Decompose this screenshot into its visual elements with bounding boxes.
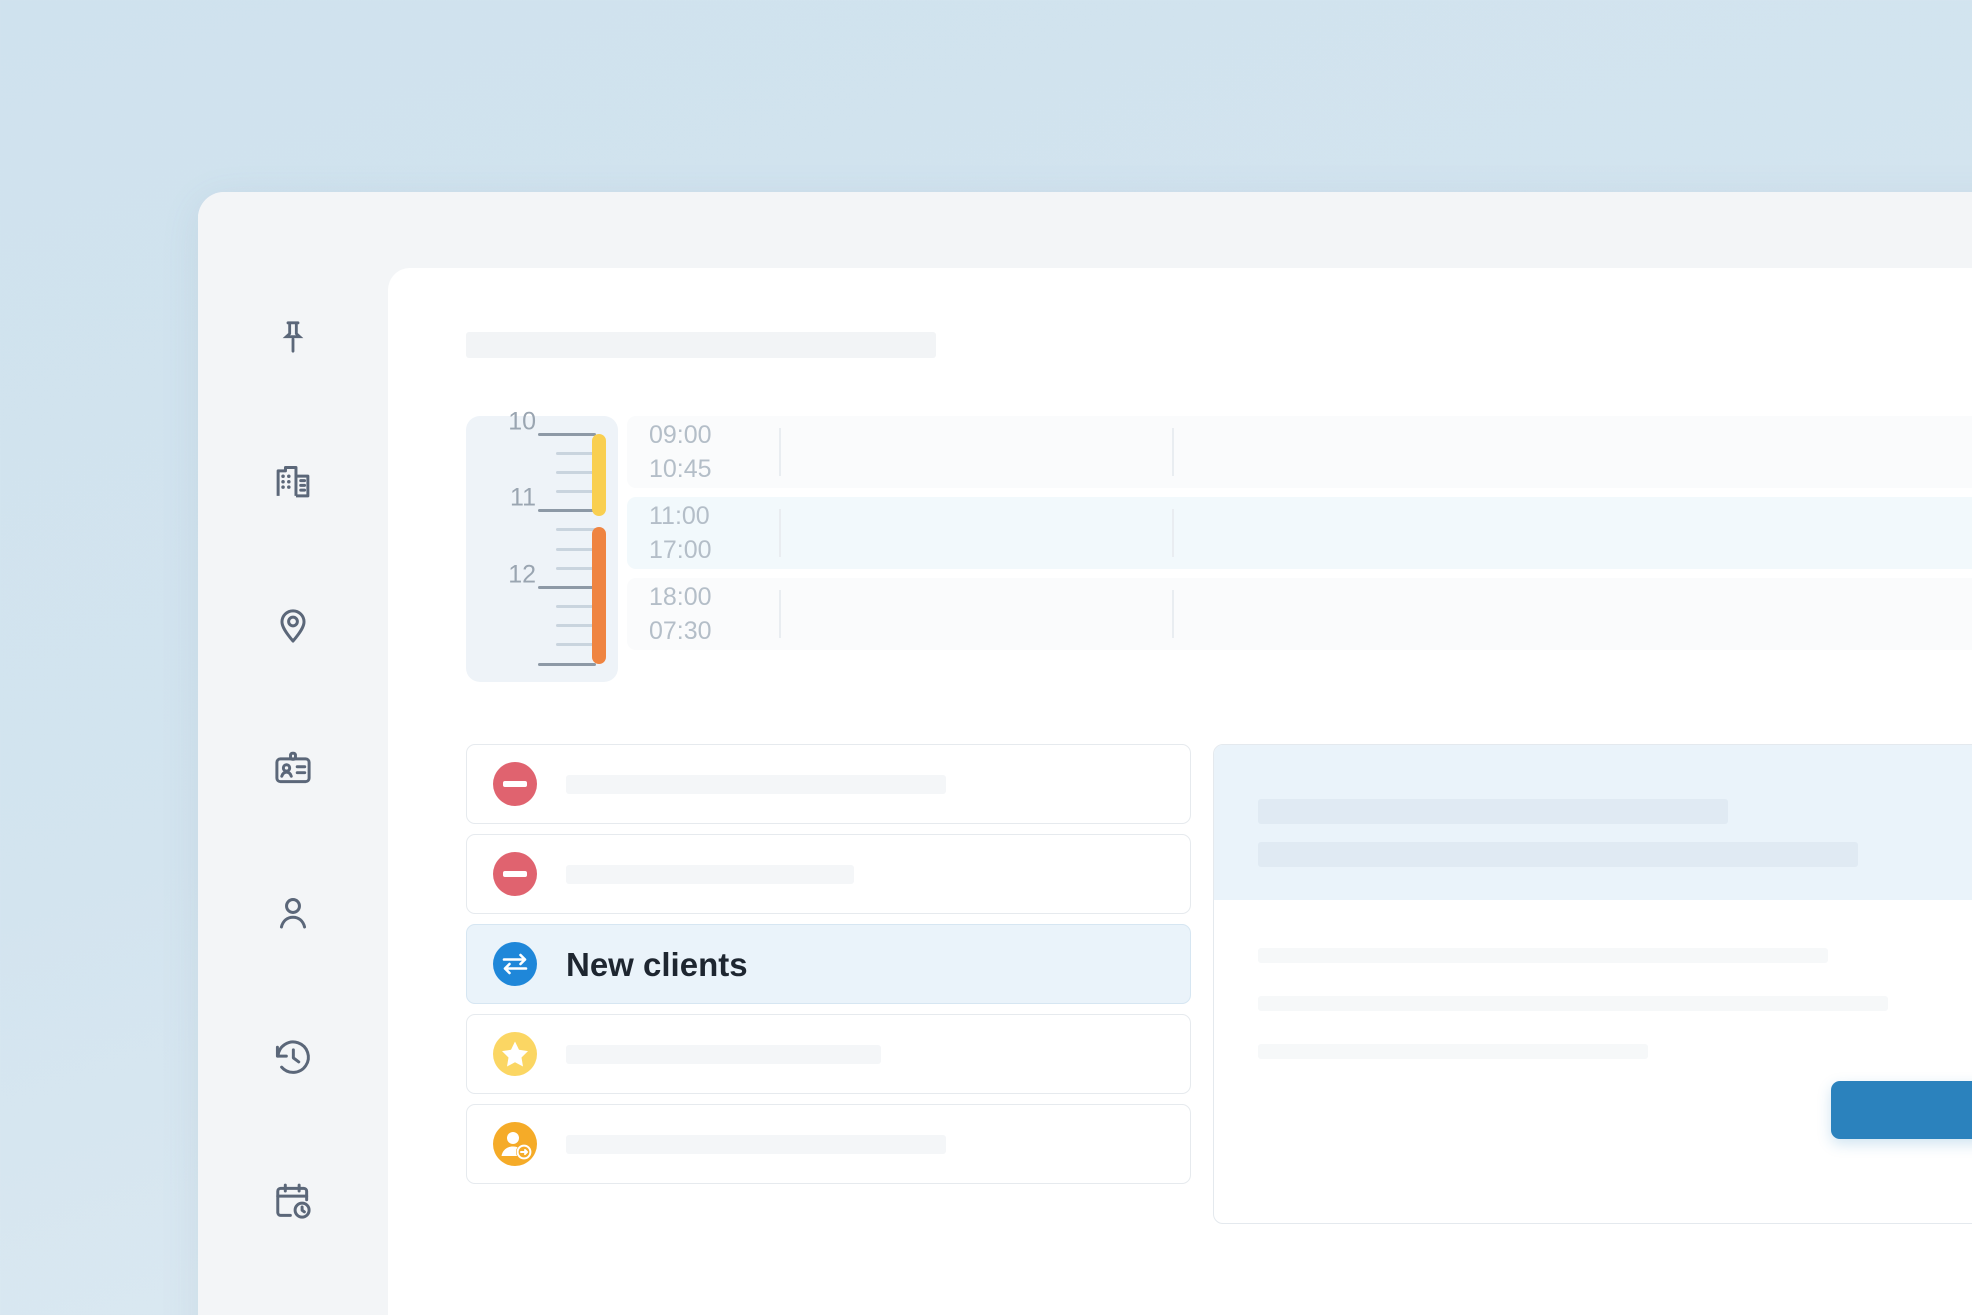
pin-icon — [273, 317, 313, 357]
ruler-tick-line — [538, 585, 596, 589]
schedule-start-time: 11:00 — [649, 501, 710, 530]
ruler-hour-label: 12 — [508, 560, 536, 589]
sidebar — [198, 192, 388, 1315]
ruler-tick-line — [556, 470, 596, 474]
star-circle-icon — [491, 1030, 539, 1078]
schedule-panel: 10 11 12 09:00 10:45 11:00 17:00 18:00 07:30 — [466, 409, 1972, 682]
schedule-row-times: 18:00 07:30 — [627, 582, 749, 645]
ruler-tick-line — [556, 547, 596, 551]
orange-range-bar[interactable] — [592, 527, 606, 664]
user-add-circle-icon — [491, 1120, 539, 1168]
sidebar-item-history[interactable] — [260, 1024, 326, 1090]
list-item[interactable] — [466, 744, 1191, 824]
list-item-placeholder — [566, 774, 946, 794]
ruler-tick-line — [538, 662, 596, 666]
schedule-row-times: 11:00 17:00 — [627, 501, 749, 564]
list-item[interactable]: New clients — [466, 924, 1191, 1004]
ruler-hour-label: 10 — [508, 407, 536, 435]
id-badge-icon — [272, 748, 314, 790]
ruler-hour-label: 11 — [510, 483, 536, 512]
ruler-tick-line — [538, 432, 596, 436]
history-clock-icon — [272, 1036, 314, 1078]
calendar-clock-icon — [272, 1180, 314, 1222]
client-list: New clients — [466, 744, 1191, 1224]
building-icon — [272, 460, 314, 502]
list-item-label: New clients — [566, 945, 748, 983]
column-divider — [1172, 590, 1174, 638]
column-divider — [779, 509, 781, 557]
list-item-placeholder — [566, 864, 854, 884]
list-item-placeholder — [566, 1044, 881, 1064]
schedule-start-time: 09:00 — [649, 420, 712, 449]
detail-body-bar — [1258, 948, 1828, 963]
column-divider — [1172, 428, 1174, 476]
detail-body-bar — [1258, 1044, 1648, 1059]
list-item-placeholder — [566, 1134, 946, 1154]
detail-card-header — [1214, 745, 1972, 900]
schedule-end-time: 17:00 — [649, 535, 712, 564]
detail-header-bar — [1258, 799, 1728, 824]
schedule-row[interactable]: 11:00 17:00 — [627, 497, 1972, 569]
schedule-row[interactable]: 09:00 10:45 — [627, 416, 1972, 488]
sidebar-item-locations[interactable] — [260, 592, 326, 658]
detail-card-body — [1214, 900, 1972, 1059]
detail-body-bar — [1258, 996, 1888, 1011]
sidebar-item-staff[interactable] — [260, 736, 326, 802]
detail-card — [1213, 744, 1972, 1224]
location-pin-icon — [272, 604, 314, 646]
schedule-row-times: 09:00 10:45 — [627, 420, 749, 483]
ruler-range-bars — [592, 434, 606, 664]
block-circle-icon — [491, 760, 539, 808]
column-divider — [779, 590, 781, 638]
schedule-row[interactable]: 18:00 07:30 — [627, 578, 1972, 650]
ruler-tick-line — [556, 451, 596, 455]
list-item[interactable] — [466, 1014, 1191, 1094]
column-divider — [1172, 509, 1174, 557]
sidebar-item-profile[interactable] — [260, 880, 326, 946]
sidebar-item-schedule[interactable] — [260, 1168, 326, 1234]
lower-section: New clients — [466, 744, 1972, 1224]
schedule-end-time: 07:30 — [649, 616, 712, 645]
app-window: 10 11 12 09:00 10:45 11:00 17:00 18:00 07:30 Ne… — [198, 192, 1972, 1315]
ruler-tick-line — [556, 528, 596, 532]
list-item[interactable] — [466, 834, 1191, 914]
ruler-tick-line — [556, 490, 596, 493]
person-icon — [272, 892, 314, 934]
block-circle-icon — [491, 850, 539, 898]
sidebar-item-company[interactable] — [260, 448, 326, 514]
detail-header-bar — [1258, 842, 1858, 867]
time-ruler: 10 11 12 — [466, 409, 618, 682]
schedule-start-time: 18:00 — [649, 582, 712, 611]
transfer-circle-icon — [491, 940, 539, 988]
column-divider — [779, 428, 781, 476]
schedule-end-time: 10:45 — [649, 454, 712, 483]
yellow-range-bar[interactable] — [592, 434, 606, 516]
list-item[interactable] — [466, 1104, 1191, 1184]
main-content: 10 11 12 09:00 10:45 11:00 17:00 18:00 07:30 Ne… — [388, 268, 1972, 1315]
page-title-placeholder — [466, 332, 936, 358]
ruler-tick-line — [556, 566, 596, 570]
primary-action-button[interactable] — [1831, 1081, 1972, 1139]
ruler-tick-line — [556, 643, 596, 647]
ruler-tick-line — [538, 509, 596, 513]
ruler-tick-line — [556, 624, 596, 628]
sidebar-item-pinned[interactable] — [260, 304, 326, 370]
ruler-tick-line — [556, 605, 596, 608]
